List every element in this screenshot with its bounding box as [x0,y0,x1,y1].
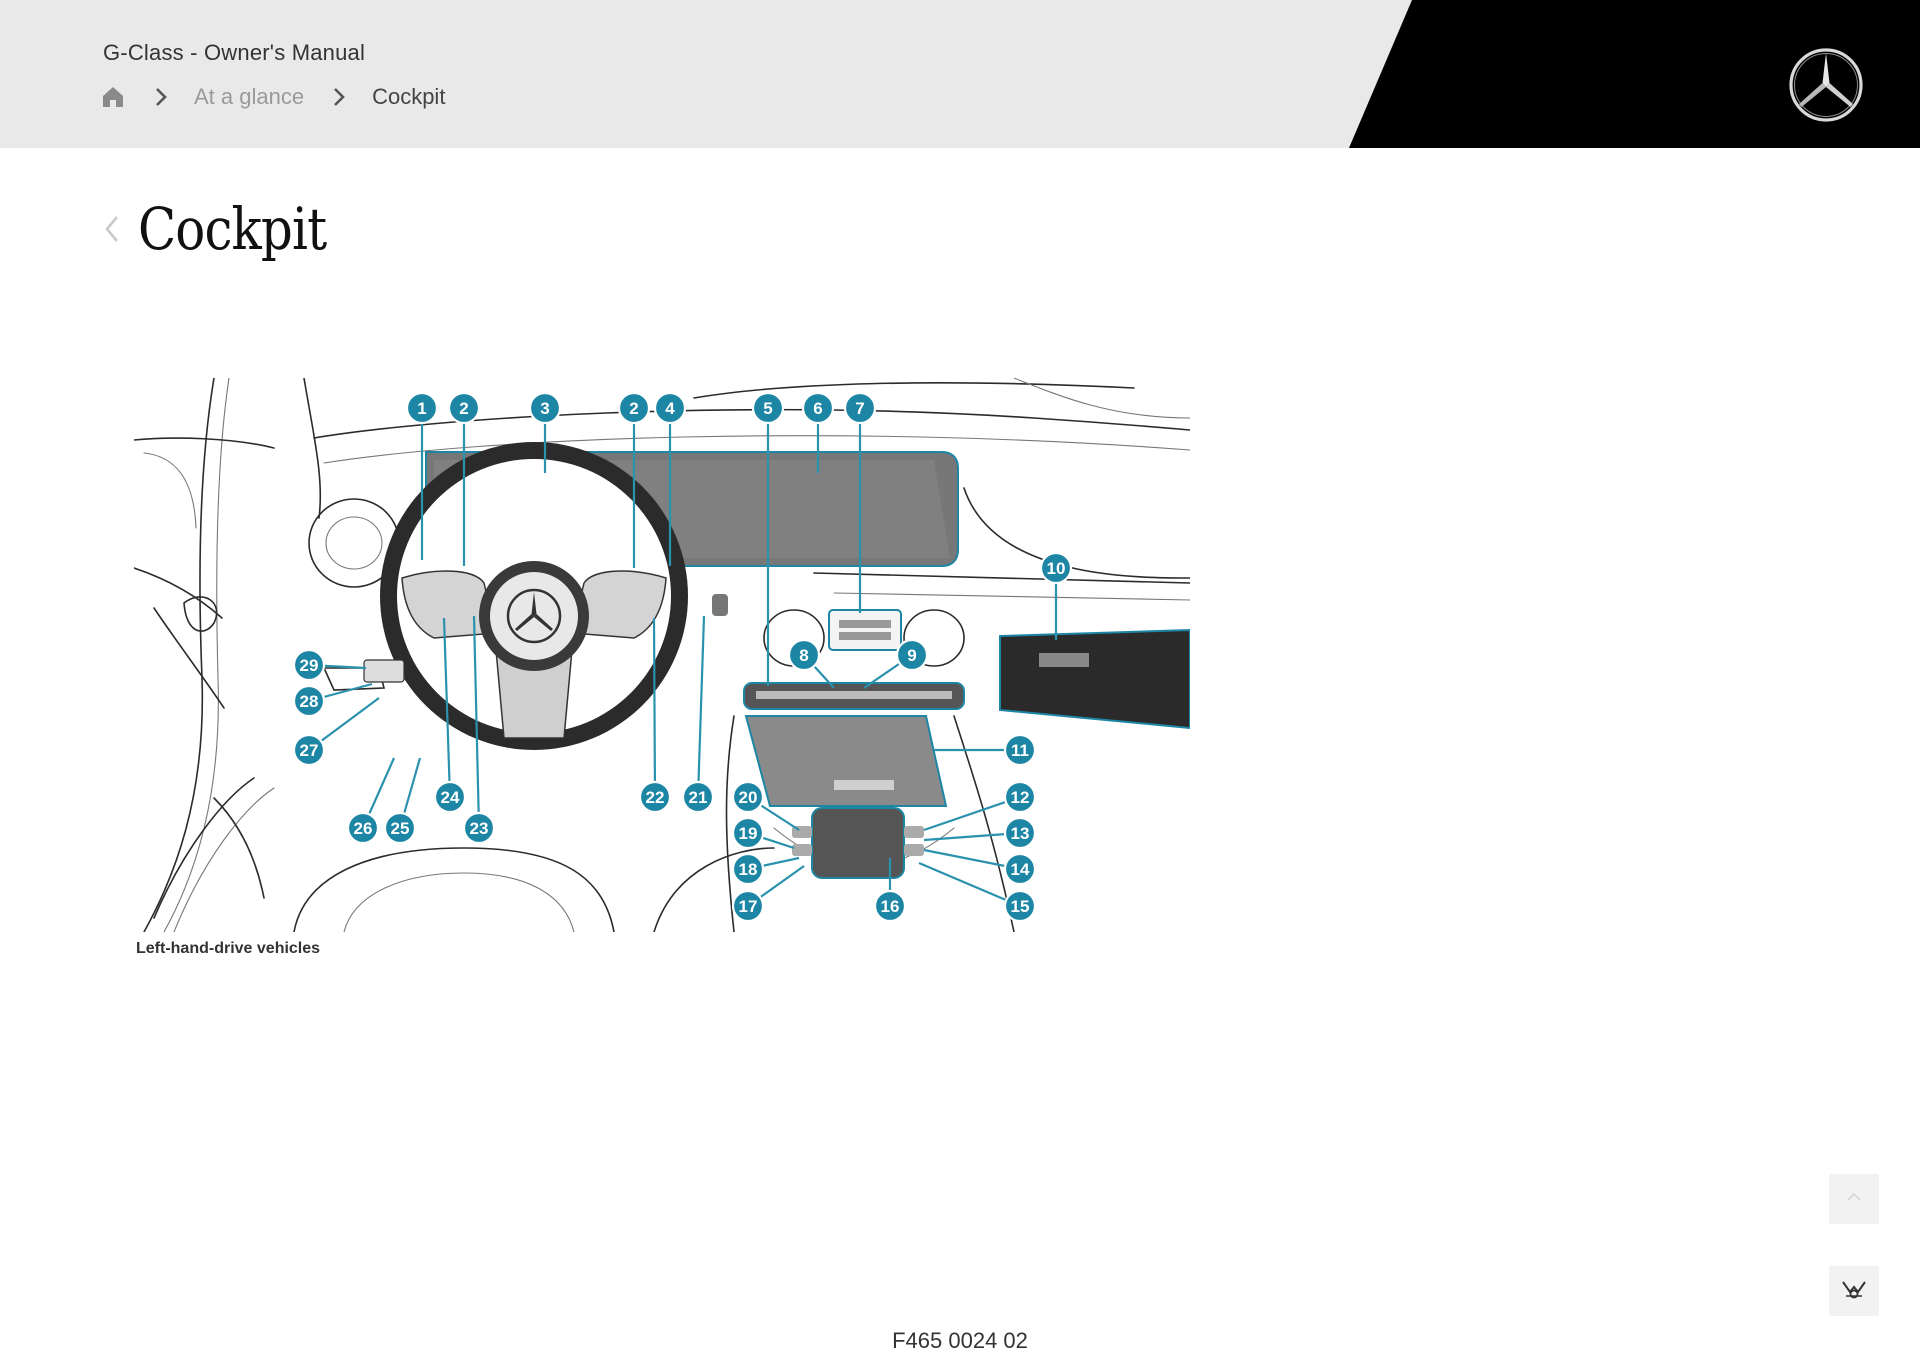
callout-2-right: 2 [617,391,651,425]
cockpit-diagram: 1 2 3 2 4 5 6 7 8 9 10 11 12 13 14 15 16… [133,377,1191,933]
callout-29: 29 [292,648,326,682]
cookie-settings-button[interactable] [1829,1266,1879,1316]
svg-text:25: 25 [391,819,410,838]
svg-text:13: 13 [1011,824,1030,843]
callout-20: 20 [731,780,765,814]
svg-text:11: 11 [1011,741,1029,760]
svg-text:6: 6 [813,399,822,418]
svg-text:18: 18 [739,860,758,879]
svg-text:23: 23 [470,819,489,838]
callout-28: 28 [292,684,326,718]
header-brand-panel [1349,0,1920,148]
svg-text:15: 15 [1011,897,1030,916]
svg-text:28: 28 [300,692,319,711]
svg-text:3: 3 [540,399,549,418]
header: G-Class - Owner's Manual At a glance Coc… [0,0,1920,148]
callout-12: 12 [1003,780,1037,814]
callout-17: 17 [731,889,765,923]
svg-text:2: 2 [459,399,468,418]
chevron-up-icon [1843,1186,1865,1213]
breadcrumb-link-at-a-glance[interactable]: At a glance [194,84,304,110]
svg-text:1: 1 [417,399,426,418]
svg-text:29: 29 [300,656,319,675]
callout-15: 15 [1003,889,1037,923]
page-title: Cockpit [138,195,327,263]
callout-24: 24 [433,780,467,814]
callout-11: 11 [1003,733,1037,767]
breadcrumb-current: Cockpit [372,84,446,109]
figure-caption: Left-hand-drive vehicles [136,940,321,957]
cookie-settings-icon [1840,1278,1868,1305]
callout-9: 9 [895,638,929,672]
chevron-right-icon [328,84,350,110]
callout-5: 5 [751,391,785,425]
page-heading: Cockpit [100,200,357,258]
svg-text:5: 5 [763,399,772,418]
svg-text:24: 24 [441,788,460,807]
svg-text:14: 14 [1011,860,1030,879]
svg-text:7: 7 [855,399,864,418]
svg-text:4: 4 [665,399,675,418]
callout-2: 2 [447,391,481,425]
callout-22: 22 [638,780,672,814]
svg-text:2: 2 [629,399,638,418]
callout-19: 19 [731,816,765,850]
callout-13: 13 [1003,816,1037,850]
breadcrumb: At a glance Cockpit [100,82,445,112]
svg-text:9: 9 [907,646,916,665]
callout-10: 10 [1039,551,1073,585]
manual-title: G-Class - Owner's Manual [103,40,366,65]
svg-text:22: 22 [646,788,665,807]
callout-16: 16 [873,889,907,923]
callout-1: 1 [405,391,439,425]
svg-text:26: 26 [354,819,373,838]
chevron-right-icon [150,84,172,110]
svg-text:10: 10 [1047,559,1066,578]
svg-text:19: 19 [739,824,758,843]
chevron-left-icon[interactable] [100,207,122,251]
svg-text:20: 20 [739,788,758,807]
mercedes-star-logo[interactable] [1787,46,1865,124]
callout-7: 7 [843,391,877,425]
callout-4: 4 [653,391,687,425]
svg-text:12: 12 [1011,788,1030,807]
home-icon[interactable] [100,84,126,110]
callout-27: 27 [292,733,326,767]
svg-text:17: 17 [739,897,758,916]
callout-18: 18 [731,852,765,886]
callout-26: 26 [346,811,380,845]
callout-25: 25 [383,811,417,845]
callout-6: 6 [801,391,835,425]
callout-21: 21 [681,780,715,814]
svg-text:16: 16 [881,897,900,916]
svg-text:8: 8 [799,646,808,665]
scroll-top-button[interactable] [1829,1174,1879,1224]
svg-text:27: 27 [300,741,319,760]
callout-14: 14 [1003,852,1037,886]
callout-3: 3 [528,391,562,425]
figure-code: F465 0024 02 [892,1328,1028,1353]
svg-text:21: 21 [689,788,708,807]
callout-23: 23 [462,811,496,845]
callout-8: 8 [787,638,821,672]
